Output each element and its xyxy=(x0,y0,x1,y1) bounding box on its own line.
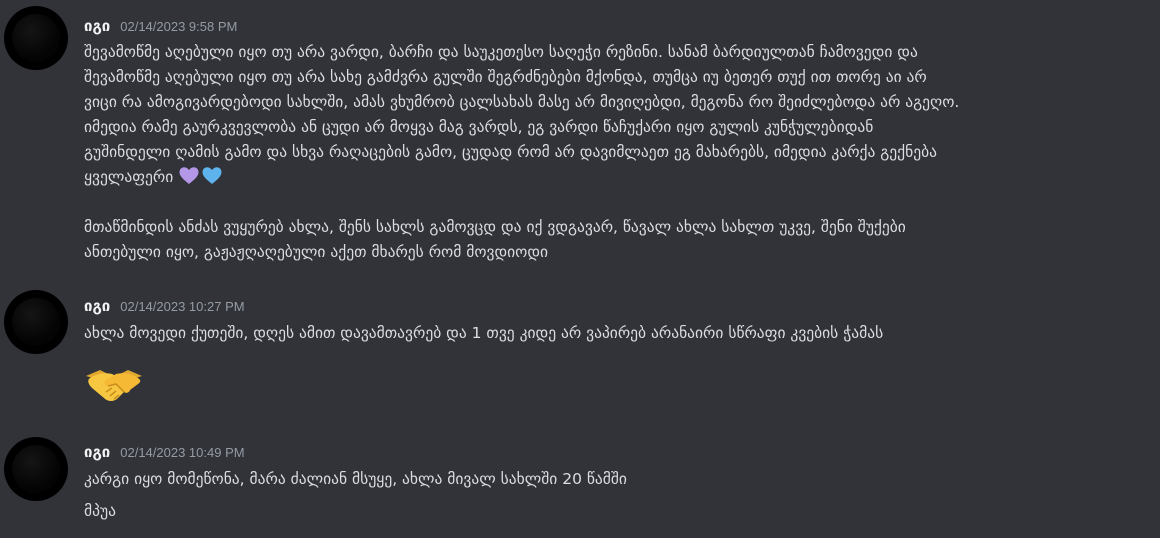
blue-heart-icon xyxy=(201,165,223,195)
username[interactable]: იგი xyxy=(84,297,110,315)
username[interactable]: იგი xyxy=(84,17,110,35)
username[interactable]: იგი xyxy=(84,443,110,461)
message-line: ვიცი რა ამოგივარდებოდი სახლში, ამას ვხუმ… xyxy=(84,93,960,111)
message-text: ყველაფერი xyxy=(84,168,174,186)
message-line: ანთებული იყო, გაჟაჟღაღებული აქეთ მხარეს … xyxy=(84,243,549,261)
message-line-with-emoji: ყველაფერი xyxy=(84,165,224,195)
timestamp[interactable]: 02/14/2023 10:49 PM xyxy=(120,445,244,460)
message-line: შევამოწმე აღებული იყო თუ არა ვარდი, ბარჩ… xyxy=(84,43,918,61)
message-line: მთაწმინდის ანძას ვუყურებ ახლა, შენს სახლ… xyxy=(84,218,906,236)
user-avatar[interactable] xyxy=(4,290,68,354)
message-line: კარგი იყო მომეწონა, მარა ძალიან მსუყე, ა… xyxy=(84,470,627,488)
message-header: იგი 02/14/2023 9:58 PM xyxy=(84,17,237,39)
timestamp[interactable]: 02/14/2023 9:58 PM xyxy=(120,19,237,34)
message-line: მპუა xyxy=(84,502,116,520)
message-header: იგი 02/14/2023 10:27 PM xyxy=(84,297,245,319)
user-avatar[interactable] xyxy=(4,437,68,501)
handshake-icon xyxy=(84,362,144,406)
purple-heart-icon xyxy=(178,165,200,195)
message-line: გუშინდელი ღამის გამო და სხვა რაღაცების გ… xyxy=(84,143,937,161)
message-line: შევამოწმე აღებული იყო თუ არა სახე გამძვრ… xyxy=(84,68,927,86)
user-avatar[interactable] xyxy=(4,6,68,70)
message-line: იმედია რამე გაურკვევლობა ან ცუდი არ მოყვ… xyxy=(84,118,874,136)
message-line: ახლა მოვედი ქუთეში, დღეს ამით დავამთავრე… xyxy=(84,324,884,342)
message-header: იგი 02/14/2023 10:49 PM xyxy=(84,443,245,465)
timestamp[interactable]: 02/14/2023 10:27 PM xyxy=(120,299,244,314)
